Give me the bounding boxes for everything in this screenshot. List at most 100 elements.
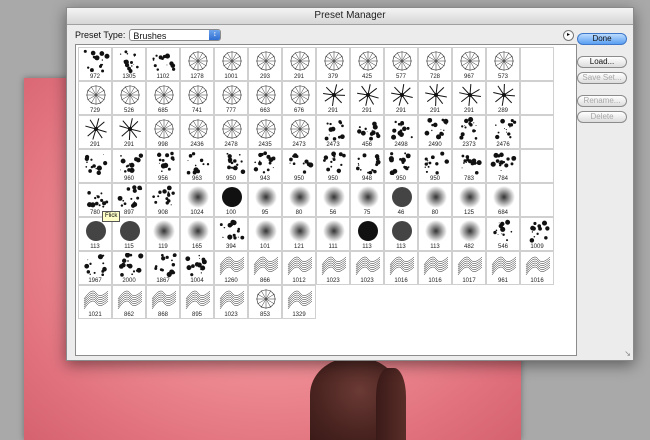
brush-preset-item[interactable]: 2490 (418, 115, 452, 149)
brush-preset-item[interactable]: 868 (146, 285, 180, 319)
brush-preset-item[interactable]: 1021 (78, 285, 112, 319)
brush-preset-item[interactable]: 998 (146, 115, 180, 149)
brush-preset-item[interactable]: 1023 (316, 251, 350, 285)
brush-preset-item[interactable]: 80 (282, 183, 316, 217)
brush-preset-item[interactable]: 1023 (350, 251, 384, 285)
brush-preset-item[interactable]: 425 (350, 47, 384, 81)
brush-preset-item[interactable]: 1278 (180, 47, 214, 81)
brush-preset-item[interactable]: 2473 (316, 115, 350, 149)
brush-preset-item[interactable]: 291 (418, 81, 452, 115)
brush-preset-item[interactable]: 2476 (486, 115, 520, 149)
brush-preset-item[interactable]: 291 (282, 47, 316, 81)
brush-preset-item[interactable]: 1009 (520, 217, 554, 251)
brush-preset-item[interactable]: 291 (384, 81, 418, 115)
brush-preset-item[interactable]: 1012 (282, 251, 316, 285)
brush-preset-item[interactable]: 1305 (112, 47, 146, 81)
brush-preset-item[interactable]: 1024 (180, 183, 214, 217)
brush-preset-item[interactable]: 291 (350, 81, 384, 115)
brush-preset-item[interactable]: 853 (248, 285, 282, 319)
brush-preset-item[interactable]: 2000 (112, 251, 146, 285)
brush-preset-item[interactable]: 165 (180, 217, 214, 251)
brush-preset-item[interactable]: 1016 (384, 251, 418, 285)
brush-preset-item[interactable]: 80 (418, 183, 452, 217)
brush-preset-item[interactable]: 972 (78, 47, 112, 81)
brush-preset-item[interactable] (78, 149, 112, 183)
preset-type-select[interactable]: Brushes ↕ (129, 29, 222, 41)
brush-preset-item[interactable]: 379 (316, 47, 350, 81)
brush-preset-item[interactable]: 75 (350, 183, 384, 217)
brush-preset-item[interactable]: 684 (486, 183, 520, 217)
brush-preset-item[interactable]: 394 (214, 217, 248, 251)
delete-button[interactable]: Delete (577, 111, 627, 123)
brush-preset-item[interactable]: 960 (112, 149, 146, 183)
brush-preset-item[interactable]: 783 (452, 149, 486, 183)
brush-preset-item[interactable]: 115 (112, 217, 146, 251)
brush-preset-item[interactable]: 956 (146, 149, 180, 183)
brush-preset-item[interactable]: 961 (486, 251, 520, 285)
brush-preset-item[interactable]: 2473 (282, 115, 316, 149)
brush-preset-item[interactable]: 963 (180, 149, 214, 183)
brush-preset-item[interactable]: 113 (350, 217, 384, 251)
brush-preset-item[interactable]: 56 (316, 183, 350, 217)
brush-preset-item[interactable]: 2498 (384, 115, 418, 149)
brush-preset-item[interactable]: 2435 (248, 115, 282, 149)
brush-preset-item[interactable]: 293 (248, 47, 282, 81)
brush-preset-item[interactable]: 908 (146, 183, 180, 217)
brush-preset-item[interactable]: 950 (316, 149, 350, 183)
brush-preset-item[interactable]: 577 (384, 47, 418, 81)
brush-preset-item[interactable]: 111 (316, 217, 350, 251)
brush-preset-item[interactable]: 573 (486, 47, 520, 81)
brush-preset-item[interactable]: 2436 (180, 115, 214, 149)
brush-preset-item[interactable]: 1023 (214, 285, 248, 319)
brush-preset-item[interactable]: 482 (452, 217, 486, 251)
brush-preset-item[interactable]: 1867 (146, 251, 180, 285)
brush-preset-item[interactable]: 663 (248, 81, 282, 115)
brush-preset-item[interactable]: 950 (384, 149, 418, 183)
brush-preset-item[interactable]: 289 (486, 81, 520, 115)
brush-preset-item[interactable]: 1017 (452, 251, 486, 285)
brush-preset-item[interactable]: 526 (112, 81, 146, 115)
brush-preset-item[interactable]: 113 (78, 217, 112, 251)
brush-preset-item[interactable]: 1967 (78, 251, 112, 285)
brush-preset-item[interactable]: 777 (214, 81, 248, 115)
brush-preset-item[interactable]: 125 (452, 183, 486, 217)
brush-preset-item[interactable]: 948 (350, 149, 384, 183)
save-set-button[interactable]: Save Set... (577, 72, 627, 84)
brush-preset-item[interactable]: 101 (248, 217, 282, 251)
brush-preset-item[interactable]: 866 (248, 251, 282, 285)
brush-preset-item[interactable]: 741 (180, 81, 214, 115)
load-button[interactable]: Load... (577, 56, 627, 68)
brush-preset-item[interactable]: 291 (316, 81, 350, 115)
brush-preset-grid[interactable]: 972 1305 1102 1278 1001 293 291 379 425 577 728 967… (75, 44, 577, 356)
brush-preset-item[interactable]: 2373 (452, 115, 486, 149)
brush-preset-item[interactable]: 46 (384, 183, 418, 217)
brush-preset-item[interactable]: 119 (146, 217, 180, 251)
brush-preset-item[interactable]: 895 (180, 285, 214, 319)
brush-preset-item[interactable]: 291 (452, 81, 486, 115)
brush-preset-item[interactable]: 121 (282, 217, 316, 251)
brush-preset-item[interactable]: 728 (418, 47, 452, 81)
brush-preset-item[interactable]: 113 (418, 217, 452, 251)
brush-preset-item[interactable]: 1329 (282, 285, 316, 319)
brush-preset-item[interactable]: 2478 (214, 115, 248, 149)
brush-preset-item[interactable]: 950 (282, 149, 316, 183)
brush-preset-item[interactable]: 950 (418, 149, 452, 183)
brush-preset-item[interactable]: 784 (486, 149, 520, 183)
brush-preset-item[interactable]: 1016 (418, 251, 452, 285)
brush-preset-item[interactable]: 943 (248, 149, 282, 183)
brush-preset-item[interactable]: 685 (146, 81, 180, 115)
brush-preset-item[interactable]: 95 (248, 183, 282, 217)
brush-preset-item[interactable]: 291 (112, 115, 146, 149)
flyout-menu-icon[interactable]: ▸ (563, 30, 574, 41)
brush-preset-item[interactable]: 291 (78, 115, 112, 149)
brush-preset-item[interactable]: 862 (112, 285, 146, 319)
brush-preset-item[interactable]: 950 (214, 149, 248, 183)
brush-preset-item[interactable]: 1001 (214, 47, 248, 81)
brush-preset-item[interactable]: 1004 (180, 251, 214, 285)
brush-preset-item[interactable]: 113 (384, 217, 418, 251)
brush-preset-item[interactable]: 967 (452, 47, 486, 81)
brush-preset-item[interactable]: 1102 (146, 47, 180, 81)
brush-preset-item[interactable]: 1016 (520, 251, 554, 285)
brush-preset-item[interactable]: 546 (486, 217, 520, 251)
brush-preset-item[interactable]: 1260 (214, 251, 248, 285)
